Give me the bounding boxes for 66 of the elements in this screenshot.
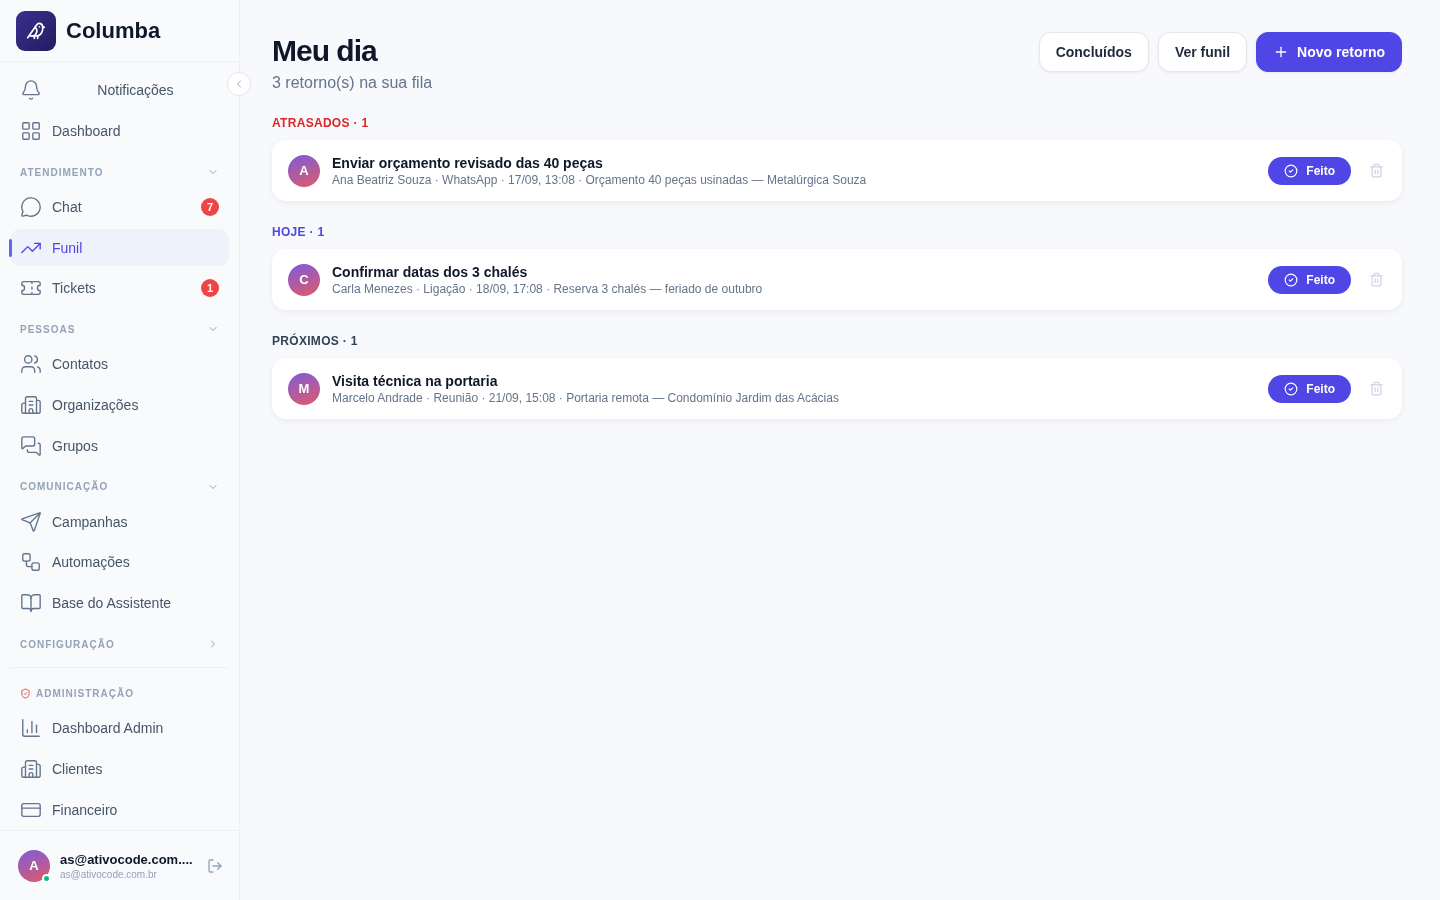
new-button[interactable]: Novo retorno	[1256, 32, 1402, 72]
brand-name: Columba	[66, 17, 161, 44]
count-badge: 1	[201, 279, 219, 298]
nav-icon	[20, 434, 42, 457]
secondary-button[interactable]: Concluídos	[1038, 32, 1149, 72]
nav-item[interactable]: Grupos	[10, 427, 229, 465]
group-title: HOJE · 1	[272, 225, 326, 239]
logout-icon[interactable]	[207, 857, 223, 874]
trash-icon[interactable]	[1369, 163, 1384, 178]
collapse-sidebar-button[interactable]	[227, 72, 251, 96]
done-button[interactable]: Feito	[1268, 265, 1351, 294]
nav-item[interactable]: Notificações	[10, 72, 229, 109]
page-title: Meu dia	[272, 33, 379, 69]
secondary-button[interactable]: Ver funil	[1157, 32, 1248, 72]
logo-icon	[16, 10, 56, 51]
check-circle-icon	[1284, 381, 1299, 396]
nav-item[interactable]: Clientes	[10, 750, 229, 788]
nav-icon	[20, 551, 42, 574]
nav-item[interactable]: Dashboard Admin	[10, 710, 229, 747]
section-title: CONFIGURAÇÃO	[20, 638, 116, 650]
task-title: Visita técnica na portaria	[332, 372, 499, 389]
group-title: PRÓXIMOS · 1	[272, 334, 359, 348]
nav-item[interactable]: Organizações	[10, 386, 229, 424]
nav-icon	[20, 758, 42, 781]
nav-item[interactable]: Financeiro	[10, 791, 229, 829]
contact-avatar: C	[288, 263, 320, 296]
nav-icon	[20, 592, 42, 615]
task-title: Confirmar datas dos 3 chalés	[332, 263, 529, 280]
section-title: COMUNICAÇÃO	[20, 481, 110, 493]
nav-item[interactable]: Chat 7	[10, 188, 229, 226]
trash-icon[interactable]	[1369, 381, 1384, 396]
done-button[interactable]: Feito	[1268, 156, 1351, 185]
trash-icon[interactable]	[1369, 272, 1384, 287]
user-name: as@ativocode.com....	[60, 851, 194, 867]
done-button[interactable]: Feito	[1268, 374, 1351, 403]
nav-item[interactable]: Funil	[10, 229, 229, 267]
section-title: PESSOAS	[20, 323, 77, 335]
task-meta: Ana Beatriz Souza · WhatsApp · 17/09, 13:08 · Orçamento 40 peças usinadas — Metalúrgica Souza	[332, 172, 868, 187]
nav-icon	[20, 394, 42, 417]
user-email: as@ativocode.com.br	[60, 868, 158, 880]
section-title: ADMINISTRAÇÃO	[36, 688, 135, 700]
task-meta: Carla Menezes · Ligação · 18/09, 17:08 · Reserva 3 chalés — feriado de outubro	[332, 281, 764, 296]
contact-avatar: M	[288, 372, 320, 405]
nav-item[interactable]: Contatos	[10, 346, 229, 383]
nav-icon	[20, 196, 42, 218]
check-circle-icon	[1284, 272, 1299, 287]
nav-icon	[20, 353, 42, 376]
user-avatar: A	[18, 849, 50, 882]
check-circle-icon	[1284, 163, 1299, 178]
nav-item[interactable]: Tickets 1	[10, 270, 229, 307]
page-subtitle: 3 retorno(s) na sua fila	[272, 74, 433, 92]
nav-item[interactable]: Campanhas	[10, 503, 229, 541]
bell-icon	[20, 79, 42, 102]
contact-avatar: A	[288, 154, 320, 187]
nav-item[interactable]: Automações	[10, 544, 229, 581]
section-title: ATENDIMENTO	[20, 166, 105, 178]
nav-icon	[20, 717, 42, 740]
nav-item[interactable]: Dashboard	[10, 112, 229, 150]
shield-icon	[20, 688, 31, 700]
group-title: ATRASADOS · 1	[272, 116, 370, 130]
count-badge: 7	[201, 198, 219, 216]
task-meta: Marcelo Andrade · Reunião · 21/09, 15:08 · Portaria remota — Condomínio Jardim das Acácias	[332, 390, 840, 405]
nav-item[interactable]: Base do Assistente	[10, 584, 229, 622]
grid-icon	[20, 120, 42, 143]
nav-icon	[20, 510, 42, 533]
task-title: Enviar orçamento revisado das 40 peças	[332, 154, 604, 171]
